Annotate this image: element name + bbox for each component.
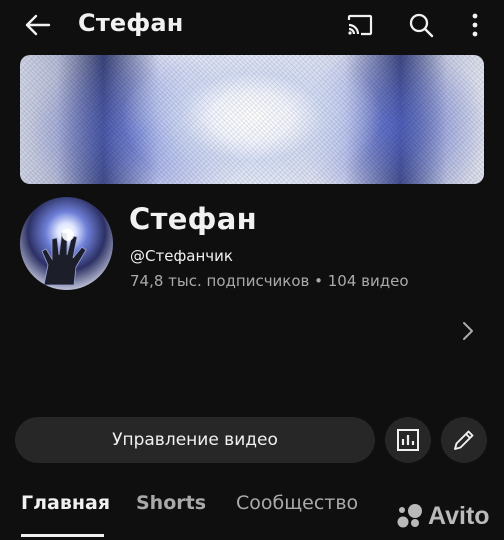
avito-logo-icon — [397, 504, 422, 528]
edit-channel-button[interactable] — [441, 417, 487, 463]
manage-videos-button[interactable]: Управление видео — [15, 417, 375, 463]
watermark-text: Avito — [428, 501, 490, 530]
back-arrow-icon — [25, 14, 51, 36]
cast-button[interactable] — [343, 8, 377, 42]
edit-pencil-icon — [454, 430, 474, 450]
channel-stats: 74,8 тыс. подписчиков • 104 видео — [130, 272, 409, 290]
channel-details-button[interactable] — [456, 318, 480, 344]
tab-home[interactable]: Главная — [21, 492, 110, 514]
top-app-bar: Стефан — [0, 0, 504, 50]
more-options-button[interactable] — [458, 8, 492, 42]
active-tab-indicator — [21, 534, 104, 537]
more-vert-icon — [472, 13, 478, 37]
chevron-right-icon — [463, 322, 473, 340]
tab-community[interactable]: Сообщество — [236, 492, 358, 514]
page-title: Стефан — [78, 9, 184, 37]
cast-icon — [347, 14, 373, 36]
tab-shorts[interactable]: Shorts — [136, 492, 206, 514]
channel-avatar[interactable] — [20, 197, 113, 290]
search-icon — [409, 13, 434, 38]
channel-banner — [20, 55, 484, 184]
analytics-icon — [397, 429, 419, 451]
avatar-hand-image — [41, 229, 87, 286]
channel-handle: @Стефанчик — [130, 247, 233, 265]
channel-name: Стефан — [129, 202, 257, 236]
analytics-button[interactable] — [385, 417, 431, 463]
back-button[interactable] — [20, 8, 54, 42]
search-button[interactable] — [404, 8, 438, 42]
avito-watermark: Avito — [396, 500, 496, 532]
banner-texture — [20, 55, 484, 184]
